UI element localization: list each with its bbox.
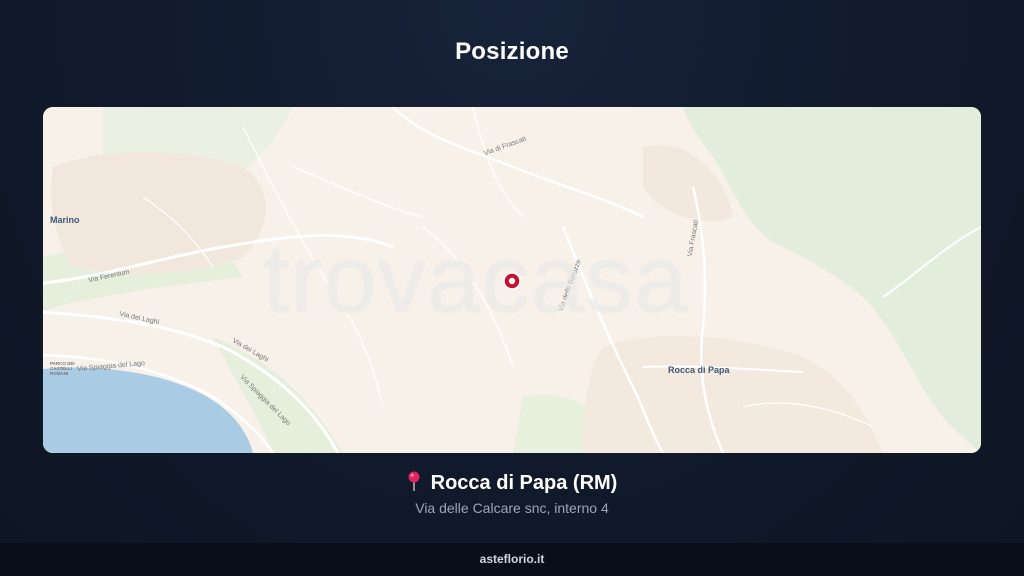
location-heading: Rocca di Papa (RM) [0,471,1024,495]
footer: asteflorio.it [0,543,1024,576]
map-view[interactable]: Marino Rocca di Papa Via di Frascati Via… [43,107,981,453]
location-marker-icon[interactable] [503,272,521,290]
watermark: trovacasa [263,226,689,333]
park-label: PARCO DEI CASTELLI ROMANI [50,361,75,376]
location-name: Rocca di Papa (RM) [430,472,618,494]
location-address: Via delle Calcare snc, interno 4 [415,500,609,516]
place-label-marino: Marino [50,215,80,225]
pushpin-icon [408,471,420,491]
page-title: Posizione [455,38,569,65]
footer-site-link[interactable]: asteflorio.it [480,552,545,566]
place-label-rocca-di-papa: Rocca di Papa [668,365,730,375]
